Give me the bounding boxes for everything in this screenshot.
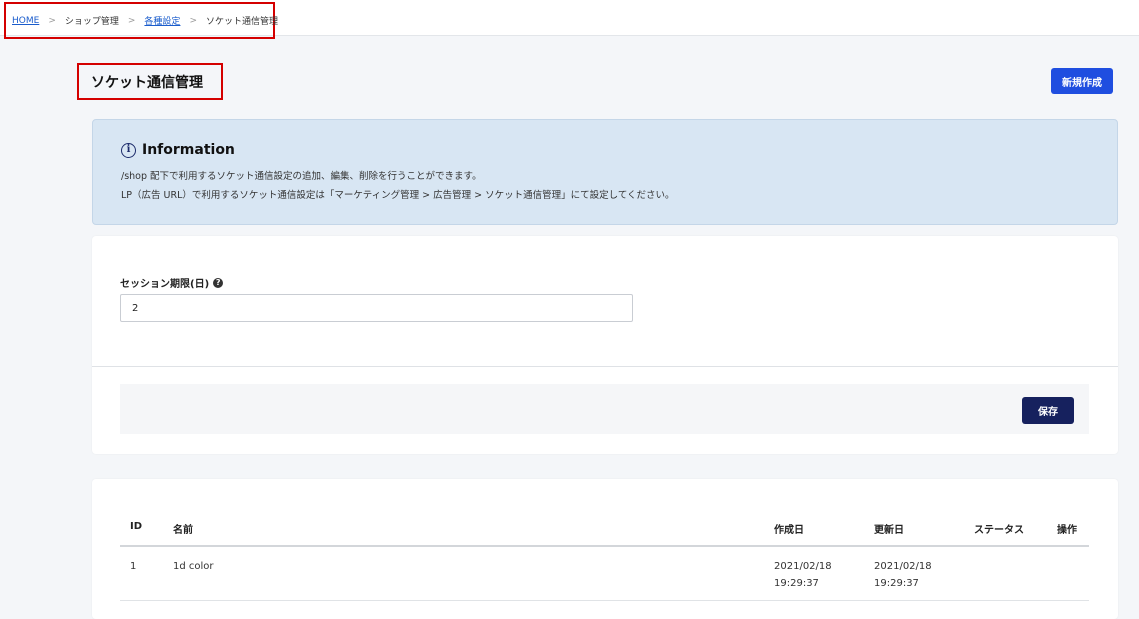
breadcrumb-separator: >	[189, 15, 197, 26]
page-title-box: ソケット通信管理	[77, 63, 223, 100]
cell-name[interactable]: 1d color	[173, 558, 214, 575]
information-header: i Information	[121, 142, 1117, 158]
session-period-label: セッション期限(日) ?	[120, 275, 224, 290]
session-period-label-text: セッション期限(日)	[120, 279, 210, 290]
column-header-actions: 操作	[1057, 525, 1077, 536]
info-icon: i	[121, 142, 136, 158]
card-divider	[92, 366, 1118, 367]
column-header-updated: 更新日	[874, 525, 904, 536]
column-header-name: 名前	[173, 525, 193, 536]
breadcrumb-settings-link[interactable]: 各種設定	[144, 14, 180, 27]
table-row[interactable]: 1 1d color 2021/02/18 19:29:37 2021/02/1…	[120, 549, 1089, 601]
information-title: Information	[142, 142, 235, 158]
table-header: ID 名前 作成日 更新日 ステータス 操作	[120, 517, 1089, 547]
cell-id: 1	[130, 561, 137, 572]
column-header-status: ステータス	[974, 525, 1024, 536]
information-text-line-2: LP（広告 URL）で利用するソケット通信設定は「マーケティング管理 > 広告管…	[121, 190, 675, 201]
session-period-input[interactable]	[120, 294, 633, 322]
breadcrumb-separator: >	[48, 15, 56, 26]
column-header-id: ID	[130, 521, 143, 532]
new-create-button[interactable]: 新規作成	[1051, 68, 1113, 94]
top-bar: HOME > ショップ管理 > 各種設定 > ソケット通信管理	[0, 0, 1139, 39]
breadcrumb-separator: >	[127, 15, 136, 26]
socket-list-card: ID 名前 作成日 更新日 ステータス 操作 1 1d color 2021/0…	[92, 479, 1118, 619]
breadcrumb-shop-management: ショップ管理	[64, 17, 119, 27]
cell-created-date: 2021/02/18	[774, 561, 832, 572]
breadcrumb: HOME > ショップ管理 > 各種設定 > ソケット通信管理	[4, 2, 278, 39]
session-settings-card: セッション期限(日) ? 保存	[92, 236, 1118, 454]
cell-updated-date: 2021/02/18	[874, 561, 932, 572]
breadcrumb-home-link[interactable]: HOME	[12, 16, 39, 26]
breadcrumb-current: ソケット通信管理	[205, 17, 278, 27]
information-panel: i Information /shop 配下で利用するソケット通信設定の追加、編…	[92, 119, 1118, 225]
question-circle-icon[interactable]: ?	[213, 277, 224, 288]
information-text-line-1: /shop 配下で利用するソケット通信設定の追加、編集、削除を行うことができます…	[121, 171, 482, 182]
page-title: ソケット通信管理	[91, 74, 203, 91]
cell-created-time: 19:29:37	[774, 578, 819, 589]
save-button[interactable]: 保存	[1022, 397, 1074, 424]
save-footer: 保存	[120, 384, 1089, 434]
cell-updated-time: 19:29:37	[874, 578, 919, 589]
column-header-created: 作成日	[774, 525, 804, 536]
